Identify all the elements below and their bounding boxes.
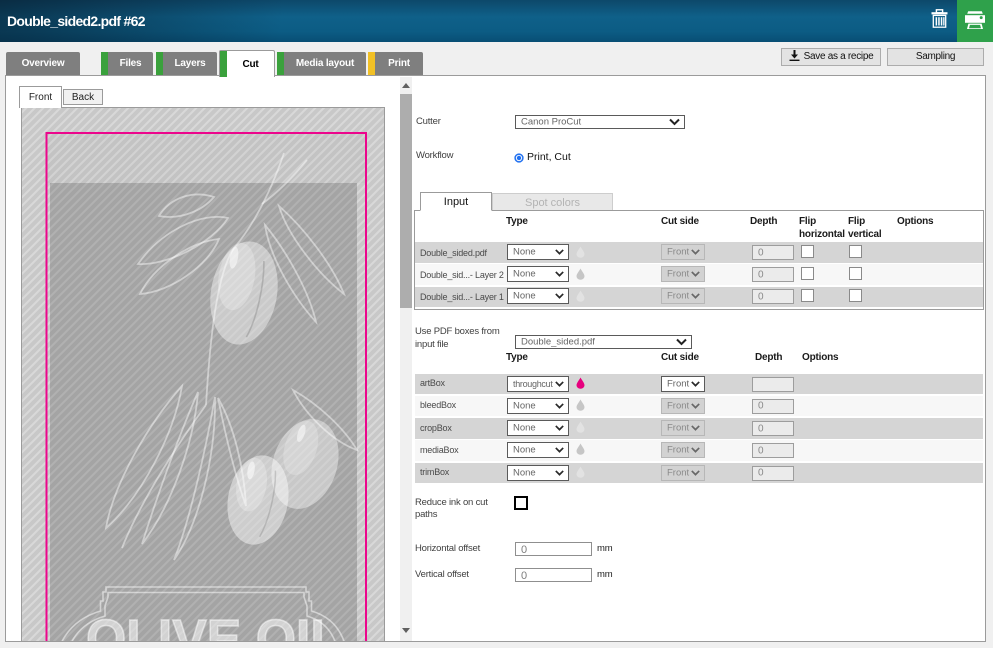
svg-text:OLIVE OIL: OLIVE OIL bbox=[86, 609, 342, 641]
